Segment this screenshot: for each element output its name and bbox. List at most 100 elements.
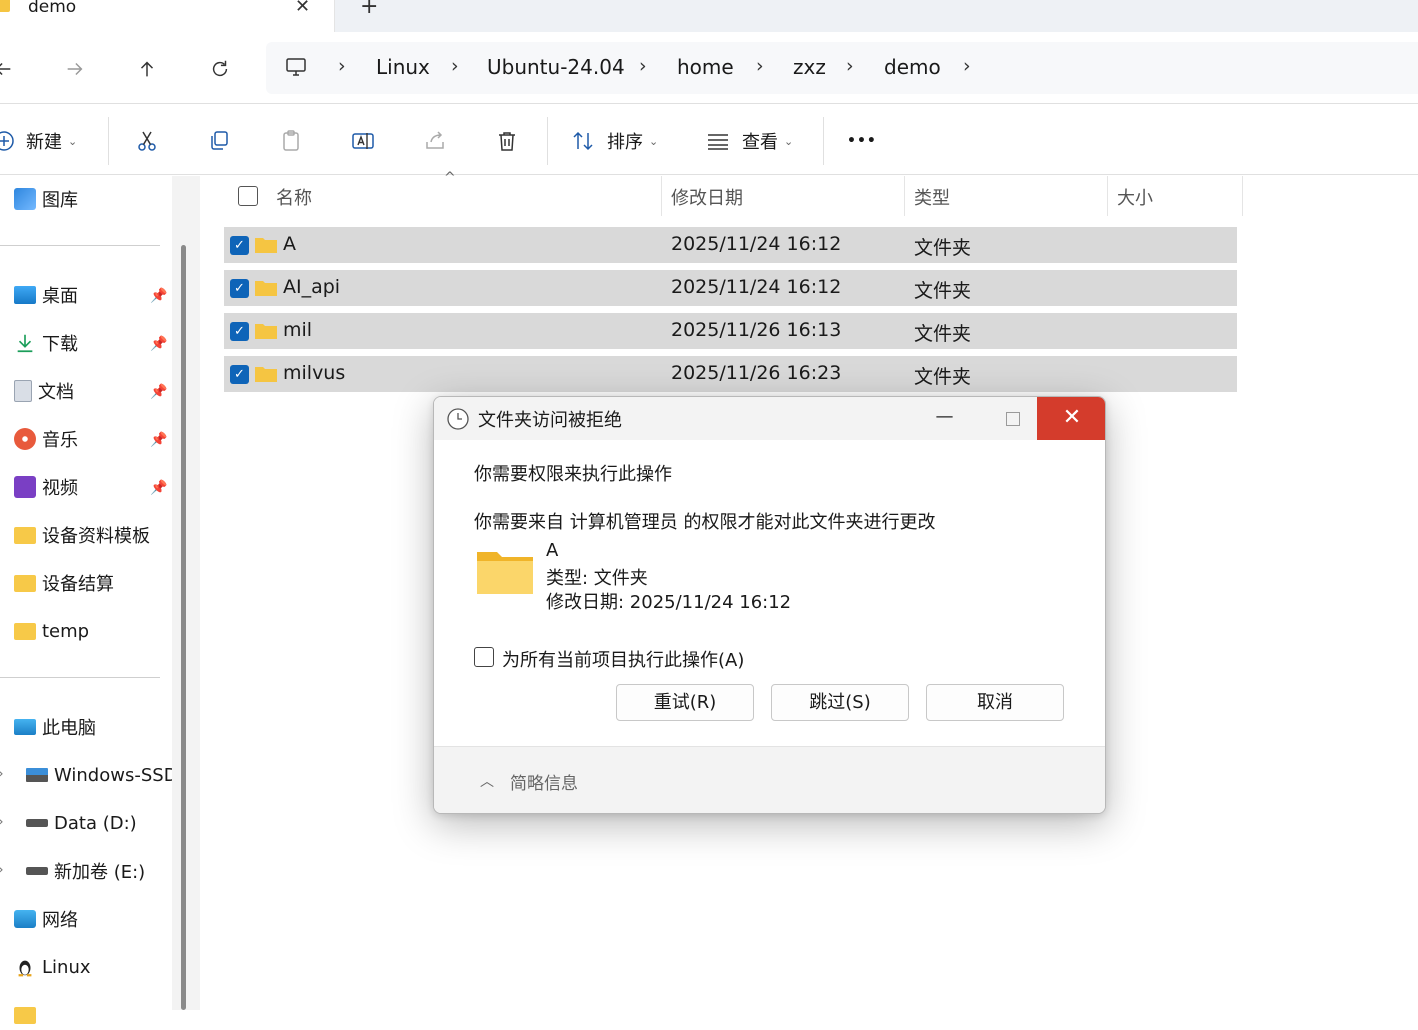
tab-demo[interactable]: demo ✕ bbox=[0, 0, 335, 32]
sidebar-item-device-settlement[interactable]: 设备结算 bbox=[14, 568, 114, 598]
table-row[interactable]: ✓ AI_api 2025/11/24 16:12 文件夹 bbox=[224, 270, 1237, 306]
less-info-toggle[interactable]: 简略信息 bbox=[510, 769, 578, 794]
sidebar-item-linux[interactable]: Linux bbox=[14, 952, 91, 982]
column-header-type[interactable]: 类型 bbox=[914, 184, 950, 210]
sidebar-item-label: Data (D:) bbox=[54, 812, 137, 834]
breadcrumb-separator[interactable]: › bbox=[451, 55, 459, 77]
sidebar-item-videos[interactable]: 视频 bbox=[14, 472, 78, 502]
row-checkbox[interactable]: ✓ bbox=[230, 279, 249, 298]
sidebar-item-new-volume-e[interactable]: 新加卷 (E:) bbox=[26, 856, 145, 886]
chevron-right-icon[interactable]: › bbox=[0, 862, 4, 878]
chevron-right-icon[interactable]: › bbox=[0, 814, 4, 830]
back-button[interactable] bbox=[0, 52, 20, 86]
access-denied-dialog: 文件夹访问被拒绝 — ✕ 你需要权限来执行此操作 你需要来自 计算机管理员 的权… bbox=[433, 396, 1106, 814]
forward-button[interactable] bbox=[58, 52, 92, 86]
breadcrumb-demo[interactable]: demo bbox=[884, 55, 941, 79]
folder-icon bbox=[14, 1006, 36, 1024]
close-tab-icon[interactable]: ✕ bbox=[295, 0, 310, 17]
more-options-button[interactable]: ••• bbox=[847, 125, 877, 157]
apply-to-all-label[interactable]: 为所有当前项目执行此操作(A) bbox=[502, 646, 744, 672]
chevron-right-icon[interactable]: › bbox=[0, 766, 4, 782]
pin-icon[interactable]: 📌 bbox=[150, 384, 167, 400]
sort-button[interactable]: 排序 ⌄ bbox=[571, 125, 658, 157]
folder-icon bbox=[255, 324, 277, 339]
file-type: 文件夹 bbox=[914, 280, 972, 302]
table-row[interactable]: ✓ mil 2025/11/26 16:13 文件夹 bbox=[224, 313, 1237, 349]
sidebar-item-music[interactable]: 音乐 bbox=[14, 424, 78, 454]
breadcrumb-separator[interactable]: › bbox=[846, 55, 854, 77]
paste-button[interactable] bbox=[279, 125, 303, 157]
column-divider[interactable] bbox=[1107, 176, 1108, 216]
close-button[interactable]: ✕ bbox=[1037, 397, 1105, 440]
sidebar-item-desktop[interactable]: 桌面 bbox=[14, 280, 78, 310]
cut-button[interactable] bbox=[135, 125, 159, 157]
table-row[interactable]: ✓ milvus 2025/11/26 16:23 文件夹 bbox=[224, 356, 1237, 392]
sort-ascending-icon: ^ bbox=[444, 170, 456, 186]
network-icon bbox=[14, 910, 36, 928]
file-name: milvus bbox=[283, 362, 346, 384]
view-label: 查看 bbox=[742, 132, 778, 153]
breadcrumb-home[interactable]: home bbox=[677, 55, 734, 79]
view-button[interactable]: 查看 ⌄ bbox=[706, 125, 793, 157]
breadcrumb-separator[interactable]: › bbox=[639, 55, 647, 77]
pin-icon[interactable]: 📌 bbox=[150, 336, 167, 352]
pin-icon[interactable]: 📌 bbox=[150, 480, 167, 496]
minimize-button[interactable]: — bbox=[922, 397, 967, 440]
sidebar-scrollbar[interactable] bbox=[172, 176, 200, 1010]
rename-button[interactable] bbox=[351, 125, 375, 157]
sidebar-item-label: temp bbox=[42, 620, 90, 642]
cancel-button[interactable]: 取消 bbox=[926, 684, 1064, 721]
breadcrumb-separator[interactable]: › bbox=[963, 55, 971, 77]
breadcrumb-ubuntu[interactable]: Ubuntu-24.04 bbox=[487, 55, 625, 79]
row-checkbox[interactable]: ✓ bbox=[230, 365, 249, 384]
refresh-button[interactable] bbox=[203, 52, 237, 86]
breadcrumb-separator[interactable]: › bbox=[338, 55, 346, 77]
row-checkbox[interactable]: ✓ bbox=[230, 322, 249, 341]
sidebar-item-this-pc[interactable]: 此电脑 bbox=[14, 712, 96, 742]
sidebar-item-label: 图库 bbox=[42, 190, 78, 211]
sidebar-item-temp[interactable]: temp bbox=[14, 616, 89, 646]
sidebar-scrollbar-thumb[interactable] bbox=[181, 245, 186, 1010]
retry-button[interactable]: 重试(R) bbox=[616, 684, 754, 721]
new-button[interactable]: 新建 ⌄ bbox=[0, 125, 77, 157]
breadcrumb-zxz[interactable]: zxz bbox=[793, 55, 826, 79]
delete-button[interactable] bbox=[495, 125, 519, 157]
pin-icon[interactable]: 📌 bbox=[150, 432, 167, 448]
row-checkbox[interactable]: ✓ bbox=[230, 236, 249, 255]
maximize-button[interactable] bbox=[990, 397, 1035, 440]
skip-button[interactable]: 跳过(S) bbox=[771, 684, 909, 721]
column-header-size[interactable]: 大小 bbox=[1117, 184, 1153, 210]
dialog-file-date: 修改日期: 2025/11/24 16:12 bbox=[546, 592, 792, 613]
arrow-right-icon bbox=[67, 62, 83, 76]
sidebar-item-network[interactable]: 网络 bbox=[14, 904, 78, 934]
sidebar-item-device-templates[interactable]: 设备资料模板 bbox=[14, 520, 150, 550]
breadcrumb-separator[interactable]: › bbox=[756, 55, 764, 77]
select-all-checkbox[interactable] bbox=[238, 186, 258, 206]
chevron-up-icon[interactable]: ︿ bbox=[480, 771, 494, 791]
column-header-name[interactable]: 名称 bbox=[276, 184, 312, 210]
address-bar[interactable]: › Linux › Ubuntu-24.04 › home › zxz › de… bbox=[266, 42, 1418, 94]
new-tab-button[interactable]: + bbox=[360, 0, 378, 19]
sidebar-item-downloads[interactable]: 下载 bbox=[14, 328, 78, 358]
copy-button[interactable] bbox=[207, 125, 231, 157]
column-divider[interactable] bbox=[904, 176, 905, 216]
share-button[interactable] bbox=[423, 125, 447, 157]
breadcrumb-linux[interactable]: Linux bbox=[376, 55, 430, 79]
dialog-titlebar[interactable]: 文件夹访问被拒绝 — ✕ bbox=[434, 397, 1105, 440]
clipboard-icon bbox=[283, 130, 299, 151]
column-header-modified[interactable]: 修改日期 bbox=[671, 184, 743, 210]
sidebar-item-windows-ssd[interactable]: Windows-SSD bbox=[26, 760, 178, 790]
dialog-file-type: 类型: 文件夹 bbox=[546, 568, 648, 589]
up-button[interactable] bbox=[130, 52, 164, 86]
column-divider[interactable] bbox=[661, 176, 662, 216]
sidebar-item-data-d[interactable]: Data (D:) bbox=[26, 808, 137, 838]
sidebar-item-documents[interactable]: 文档 bbox=[14, 376, 74, 406]
sidebar-item-gallery[interactable]: 图库 bbox=[14, 184, 78, 214]
pin-icon[interactable]: 📌 bbox=[150, 288, 167, 304]
table-row[interactable]: ✓ A 2025/11/24 16:12 文件夹 bbox=[224, 227, 1237, 263]
apply-to-all-checkbox[interactable] bbox=[474, 647, 494, 667]
column-divider[interactable] bbox=[1242, 176, 1243, 216]
gallery-icon bbox=[14, 188, 36, 210]
divider bbox=[0, 245, 160, 246]
music-icon bbox=[14, 428, 36, 450]
